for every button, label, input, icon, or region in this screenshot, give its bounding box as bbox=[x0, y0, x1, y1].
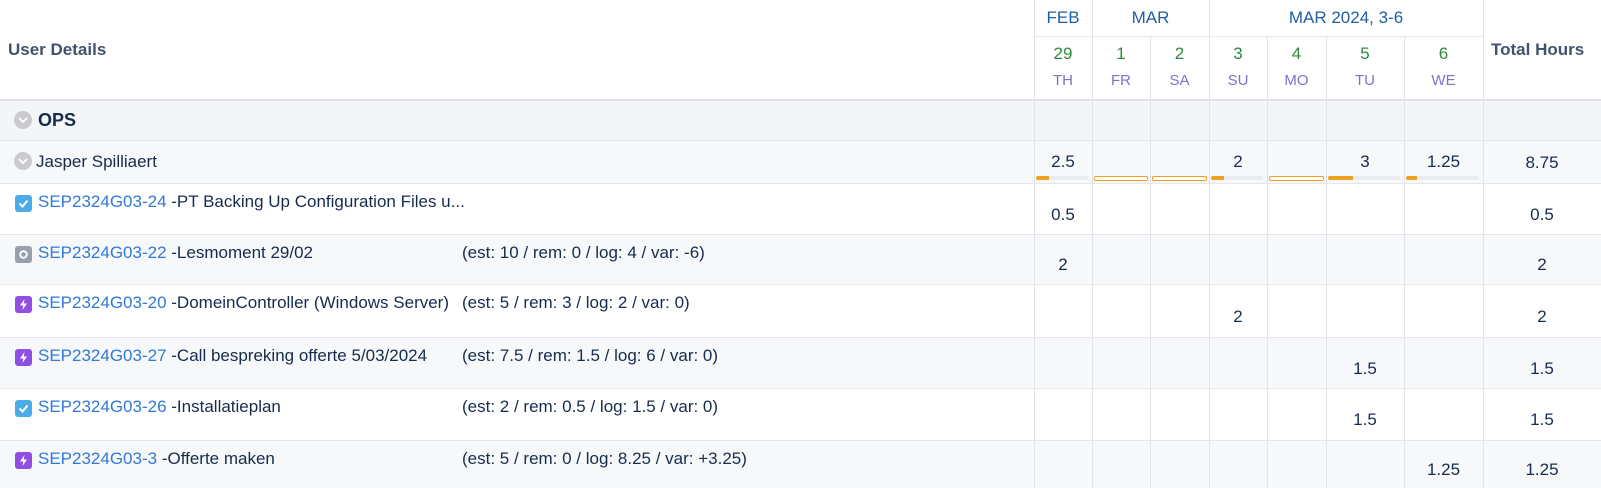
collapse-group-chevron-icon[interactable] bbox=[14, 111, 32, 129]
capacity-bar-fill bbox=[1328, 176, 1354, 180]
row-divider bbox=[0, 337, 1601, 338]
row-divider bbox=[0, 388, 1601, 389]
user-day-hours[interactable]: 3 bbox=[1326, 152, 1404, 172]
issue-key-link[interactable]: SEP2324G03-20 bbox=[38, 293, 167, 312]
day-name: MO bbox=[1284, 72, 1309, 89]
epic-lightning-icon bbox=[15, 349, 32, 366]
column-divider bbox=[1150, 36, 1151, 488]
issue-key-link[interactable]: SEP2324G03-3 bbox=[38, 449, 157, 468]
issue-summary: -Offerte maken bbox=[157, 449, 275, 468]
logged-hours-cell[interactable]: 2 bbox=[1209, 307, 1267, 327]
day-number: 5 bbox=[1360, 44, 1370, 63]
day-name: WE bbox=[1431, 72, 1456, 89]
issue-key-link[interactable]: SEP2324G03-26 bbox=[38, 397, 167, 416]
issue-estimate: (est: 5 / rem: 0 / log: 8.25 / var: +3.2… bbox=[462, 449, 747, 468]
issue-summary: -PT Backing Up Configuration Files u... bbox=[166, 192, 465, 211]
logged-hours-cell[interactable]: 1.25 bbox=[1404, 460, 1483, 480]
epic-lightning-icon bbox=[15, 296, 32, 313]
issue-estimate: (est: 5 / rem: 3 / log: 2 / var: 0) bbox=[462, 293, 690, 312]
task-checkbox-icon bbox=[15, 195, 32, 212]
issue-summary: -DomeinController (Windows Server) bbox=[166, 293, 450, 312]
capacity-bar-fill bbox=[1406, 176, 1417, 180]
capacity-bar bbox=[1211, 176, 1263, 180]
capacity-bar bbox=[1152, 176, 1207, 181]
issue-key-link[interactable]: SEP2324G03-22 bbox=[38, 243, 167, 262]
issue-key-link[interactable]: SEP2324G03-27 bbox=[38, 346, 167, 365]
capacity-bar bbox=[1406, 176, 1479, 180]
month-header-week: MAR 2024, 3-6 bbox=[1288, 8, 1404, 27]
issue-total-hours: 1.25 bbox=[1525, 460, 1559, 479]
logged-hours-cell[interactable]: 1.5 bbox=[1326, 410, 1404, 430]
day-number: 1 bbox=[1116, 44, 1126, 63]
subtask-icon bbox=[15, 246, 32, 263]
issue-total-hours: 2 bbox=[1537, 255, 1547, 274]
row-divider bbox=[0, 284, 1601, 285]
group-name: OPS bbox=[38, 110, 77, 130]
row-divider bbox=[0, 140, 1601, 141]
issue-title: SEP2324G03-3 -Offerte maken bbox=[38, 449, 275, 469]
issue-title: SEP2324G03-20 -DomeinController (Windows… bbox=[38, 293, 449, 313]
capacity-bar-fill bbox=[1036, 176, 1049, 180]
total-hours-header[interactable]: Total Hours bbox=[1491, 40, 1584, 60]
user-details-header[interactable]: User Details bbox=[8, 40, 106, 60]
capacity-bar bbox=[1094, 176, 1148, 181]
day-name: TH bbox=[1053, 72, 1073, 89]
user-day-hours[interactable]: 2.5 bbox=[1034, 152, 1092, 172]
column-divider bbox=[1092, 0, 1093, 488]
day-name: FR bbox=[1111, 72, 1131, 89]
issue-total-hours: 1.5 bbox=[1530, 410, 1554, 429]
month-header-feb: FEB bbox=[1046, 8, 1080, 27]
header-divider bbox=[1034, 36, 1483, 37]
logged-hours-cell[interactable]: 1.5 bbox=[1326, 359, 1404, 379]
issue-total-hours: 1.5 bbox=[1530, 359, 1554, 378]
issue-estimate: (est: 7.5 / rem: 1.5 / log: 6 / var: 0) bbox=[462, 346, 719, 365]
header-bottom-border bbox=[0, 99, 1601, 101]
capacity-bar bbox=[1036, 176, 1088, 180]
day-number: 3 bbox=[1233, 44, 1243, 63]
capacity-bar-fill bbox=[1211, 176, 1224, 180]
epic-lightning-icon bbox=[15, 452, 32, 469]
issue-summary: -Call bespreking offerte 5/03/2024 bbox=[166, 346, 428, 365]
user-name[interactable]: Jasper Spilliaert bbox=[36, 152, 157, 172]
issue-key-link[interactable]: SEP2324G03-24 bbox=[38, 192, 167, 211]
column-divider bbox=[1034, 0, 1035, 488]
logged-hours-cell[interactable]: 2 bbox=[1034, 255, 1092, 275]
row-divider bbox=[0, 183, 1601, 184]
day-number: 2 bbox=[1174, 44, 1185, 63]
issue-title: SEP2324G03-24 -PT Backing Up Configurati… bbox=[38, 192, 465, 212]
user-day-hours[interactable]: 1.25 bbox=[1404, 152, 1483, 172]
issue-estimate: (est: 2 / rem: 0.5 / log: 1.5 / var: 0) bbox=[462, 397, 719, 416]
day-name: SA bbox=[1169, 72, 1190, 89]
user-total-hours: 8.75 bbox=[1525, 153, 1559, 172]
group-row-bg bbox=[0, 100, 1601, 140]
capacity-bar bbox=[1269, 176, 1324, 181]
task-checkbox-icon bbox=[15, 400, 32, 417]
column-divider bbox=[1267, 36, 1268, 488]
day-name: TU bbox=[1355, 72, 1375, 89]
user-day-hours[interactable]: 2 bbox=[1209, 152, 1267, 172]
issue-title: SEP2324G03-22 -Lesmoment 29/02 bbox=[38, 243, 313, 263]
issue-total-hours: 0.5 bbox=[1530, 205, 1554, 224]
day-number: 6 bbox=[1438, 44, 1449, 63]
collapse-user-chevron-icon[interactable] bbox=[14, 152, 32, 170]
day-number: 4 bbox=[1291, 44, 1302, 63]
column-divider bbox=[1209, 0, 1210, 488]
logged-hours-cell[interactable]: 0.5 bbox=[1034, 205, 1092, 225]
day-name: SU bbox=[1227, 72, 1249, 89]
column-divider bbox=[1404, 36, 1405, 488]
issue-summary: -Installatieplan bbox=[166, 397, 281, 416]
issue-total-hours: 2 bbox=[1537, 307, 1547, 326]
issue-title: SEP2324G03-27 -Call bespreking offerte 5… bbox=[38, 346, 427, 366]
capacity-bar bbox=[1328, 176, 1400, 180]
row-divider bbox=[0, 234, 1601, 235]
day-number: 29 bbox=[1053, 44, 1073, 63]
issue-title: SEP2324G03-26 -Installatieplan bbox=[38, 397, 281, 417]
issue-estimate: (est: 10 / rem: 0 / log: 4 / var: -6) bbox=[462, 243, 705, 262]
month-header-mar: MAR bbox=[1131, 8, 1170, 27]
issue-summary: -Lesmoment 29/02 bbox=[166, 243, 314, 262]
row-divider bbox=[0, 440, 1601, 441]
